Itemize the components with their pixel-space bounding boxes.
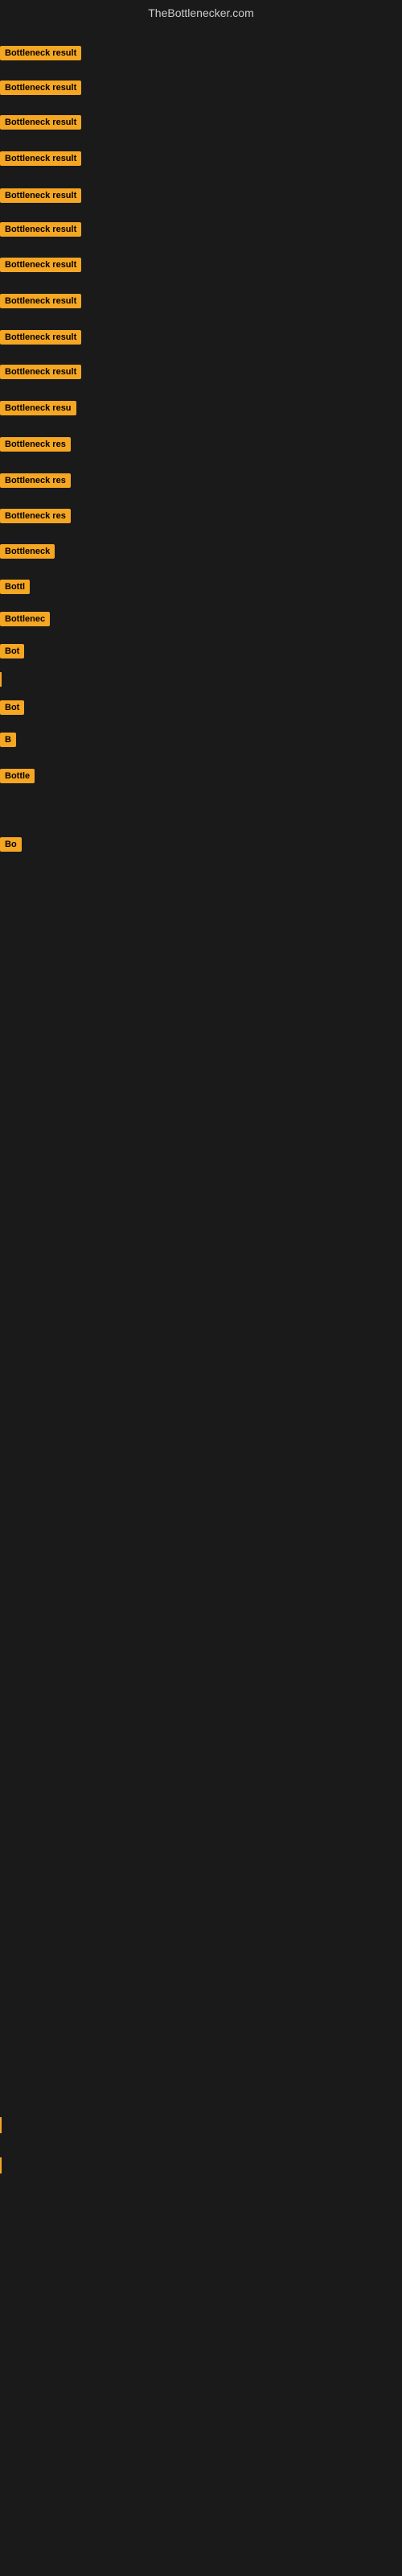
bottleneck-badge-16[interactable]: Bottl xyxy=(0,580,30,594)
vertical-line-1 xyxy=(0,672,2,687)
bottleneck-badge-8[interactable]: Bottleneck result xyxy=(0,294,81,308)
bottleneck-badge-container-21: Bottle xyxy=(0,769,35,787)
bottleneck-badge-container-1: Bottleneck result xyxy=(0,46,81,64)
vertical-line-3 xyxy=(0,2157,2,2174)
bottleneck-badge-container-6: Bottleneck result xyxy=(0,222,81,241)
bottleneck-badge-2[interactable]: Bottleneck result xyxy=(0,80,81,95)
bottleneck-badge-container-9: Bottleneck result xyxy=(0,330,81,349)
bottleneck-badge-17[interactable]: Bottlenec xyxy=(0,612,50,626)
bottleneck-badge-container-7: Bottleneck result xyxy=(0,258,81,276)
vertical-line-2 xyxy=(0,2117,2,2133)
bottleneck-badge-9[interactable]: Bottleneck result xyxy=(0,330,81,345)
bottleneck-badge-container-2: Bottleneck result xyxy=(0,80,81,99)
bottleneck-badge-container-17: Bottlenec xyxy=(0,612,50,630)
bottleneck-badge-18[interactable]: Bot xyxy=(0,644,24,658)
bottleneck-badge-3[interactable]: Bottleneck result xyxy=(0,115,81,130)
bottleneck-badge-container-11: Bottleneck resu xyxy=(0,401,76,419)
bottleneck-badge-14[interactable]: Bottleneck res xyxy=(0,509,71,523)
bottleneck-badge-container-3: Bottleneck result xyxy=(0,115,81,134)
bottleneck-badge-6[interactable]: Bottleneck result xyxy=(0,222,81,237)
bottleneck-badge-container-20: B xyxy=(0,733,16,751)
bottleneck-badge-10[interactable]: Bottleneck result xyxy=(0,365,81,379)
bottleneck-badge-7[interactable]: Bottleneck result xyxy=(0,258,81,272)
bottleneck-badge-20[interactable]: B xyxy=(0,733,16,747)
bottleneck-badge-21[interactable]: Bottle xyxy=(0,769,35,783)
site-title: TheBottlenecker.com xyxy=(0,0,402,26)
bottleneck-badge-container-18: Bot xyxy=(0,644,24,663)
bottleneck-badge-19[interactable]: Bot xyxy=(0,700,24,715)
bottleneck-badge-container-14: Bottleneck res xyxy=(0,509,71,527)
bottleneck-badge-13[interactable]: Bottleneck res xyxy=(0,473,71,488)
bottleneck-badge-container-22: Bo xyxy=(0,837,22,856)
bottleneck-badge-15[interactable]: Bottleneck xyxy=(0,544,55,559)
bottleneck-badge-container-12: Bottleneck res xyxy=(0,437,71,456)
bottleneck-badge-11[interactable]: Bottleneck resu xyxy=(0,401,76,415)
bottleneck-badge-container-19: Bot xyxy=(0,700,24,719)
bottleneck-badge-22[interactable]: Bo xyxy=(0,837,22,852)
bottleneck-badge-4[interactable]: Bottleneck result xyxy=(0,151,81,166)
bottleneck-badge-container-8: Bottleneck result xyxy=(0,294,81,312)
bottleneck-badge-container-5: Bottleneck result xyxy=(0,188,81,207)
bottleneck-badge-1[interactable]: Bottleneck result xyxy=(0,46,81,60)
bottleneck-badge-container-4: Bottleneck result xyxy=(0,151,81,170)
bottleneck-badge-12[interactable]: Bottleneck res xyxy=(0,437,71,452)
bottleneck-badge-container-10: Bottleneck result xyxy=(0,365,81,383)
bottleneck-badge-container-16: Bottl xyxy=(0,580,30,598)
bottleneck-badge-container-13: Bottleneck res xyxy=(0,473,71,492)
bottleneck-badge-5[interactable]: Bottleneck result xyxy=(0,188,81,203)
bottleneck-badge-container-15: Bottleneck xyxy=(0,544,55,563)
